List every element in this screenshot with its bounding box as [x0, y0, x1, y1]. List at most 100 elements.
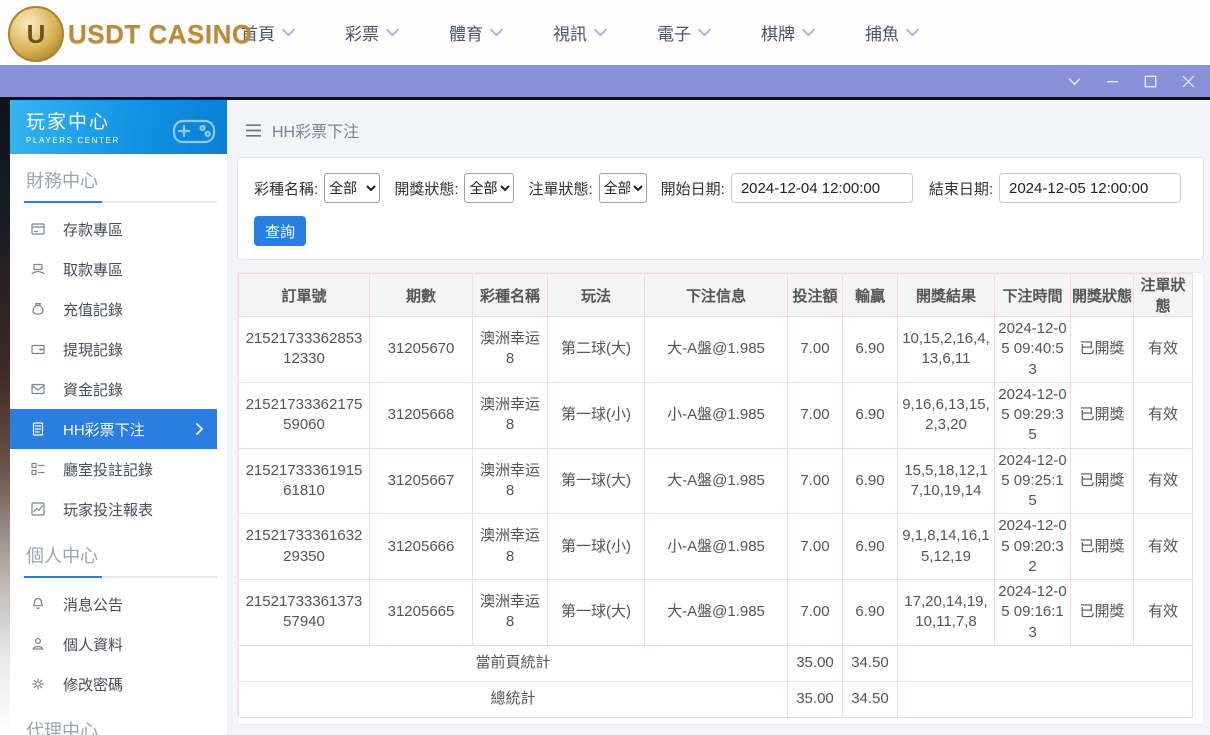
document-icon	[30, 421, 46, 437]
sidebar-item-announcements[interactable]: 消息公告	[10, 584, 227, 624]
sidebar-item-label: 廳室投註記錄	[63, 461, 154, 479]
summary-empty-cell	[897, 644, 1193, 682]
sidebar-header: 玩家中心 PLAYERS CENTER	[10, 100, 227, 154]
hamburger-menu-icon[interactable]	[245, 123, 262, 138]
nav-item-slots[interactable]: 電子	[632, 20, 736, 45]
sidebar-item-recharge-records[interactable]: 充值記錄	[10, 289, 227, 329]
nav-item-lottery[interactable]: 彩票	[320, 20, 424, 45]
column-header: 輸贏	[842, 273, 898, 317]
chevron-down-icon	[594, 28, 607, 37]
table-cell: 31205666	[369, 513, 473, 580]
window-close-button[interactable]	[1180, 73, 1196, 89]
table-cell: 6.90	[842, 513, 898, 580]
nav-item-board-games[interactable]: 棋牌	[736, 20, 840, 45]
list-icon	[30, 461, 46, 477]
search-button[interactable]: 查詢	[254, 216, 306, 246]
table-cell: 2152173336137357940	[238, 579, 370, 646]
table-cell: 小-A盤@1.985	[644, 381, 788, 449]
sidebar: 玩家中心 PLAYERS CENTER 財務中心 存款專區 取款專區 充值記錄 提現記錄…	[10, 100, 227, 735]
site-logo[interactable]: U USDT CASINO	[8, 6, 253, 62]
table-cell: 第一球(大)	[547, 579, 645, 646]
summary-label: 總統計	[238, 680, 788, 718]
table-cell: 澳洲幸运8	[472, 381, 548, 449]
summary-row: 總統計 35.00 34.50	[238, 680, 1193, 718]
order-status-select[interactable]: 全部	[598, 173, 647, 203]
window-maximize-button[interactable]	[1142, 73, 1158, 89]
table-cell: 澳洲幸运8	[472, 316, 548, 383]
start-date-label: 開始日期:	[660, 180, 725, 198]
sidebar-section-title: 代理中心	[26, 721, 98, 735]
chevron-down-icon	[1068, 77, 1080, 85]
sidebar-item-label: 存款專區	[63, 221, 124, 239]
table-row: 2152173336217559060 31205668 澳洲幸运8 第一球(小) 小-…	[238, 381, 1193, 449]
table-cell: 6.90	[842, 381, 898, 449]
chevron-down-icon	[906, 28, 919, 37]
order-status-label: 注單狀態:	[528, 180, 593, 198]
sidebar-item-label: 修改密碼	[63, 676, 124, 694]
bell-icon	[30, 596, 46, 612]
top-nav-bar: U USDT CASINO 首頁 彩票 體育 視訊 電子 棋牌 捕魚	[0, 0, 1210, 65]
sidebar-item-room-bet-records[interactable]: 廳室投註記錄	[10, 449, 227, 489]
minimize-icon	[1106, 80, 1118, 82]
nav-item-video[interactable]: 視訊	[528, 20, 632, 45]
table-cell: 6.90	[842, 316, 898, 383]
column-header: 開獎結果	[897, 273, 995, 317]
sidebar-item-player-bet-report[interactable]: 玩家投注報表	[10, 489, 227, 529]
withdraw-icon	[30, 261, 46, 277]
sidebar-item-deposit[interactable]: 存款專區	[10, 209, 227, 249]
table-cell: 31205665	[369, 579, 473, 646]
window-minimize-button[interactable]	[1104, 73, 1120, 89]
sidebar-item-withdrawal-records[interactable]: 提現記錄	[10, 329, 227, 369]
lottery-name-select[interactable]: 全部	[324, 173, 381, 203]
sidebar-item-label: 提現記錄	[63, 341, 124, 359]
table-cell: 已開獎	[1070, 381, 1134, 449]
gear-icon	[30, 676, 46, 692]
table-cell: 有效	[1133, 381, 1193, 449]
nav-item-sports[interactable]: 體育	[424, 20, 528, 45]
sidebar-item-hh-lottery-bets[interactable]: HH彩票下注	[10, 409, 217, 449]
sidebar-item-withdraw[interactable]: 取款專區	[10, 249, 227, 289]
person-icon	[30, 636, 46, 652]
window-dropdown-button[interactable]	[1066, 73, 1082, 89]
draw-status-label: 開獎狀態:	[394, 180, 459, 198]
sidebar-item-label: 消息公告	[63, 596, 124, 614]
sidebar-item-funds-records[interactable]: 資金記錄	[10, 369, 227, 409]
section-underline	[24, 576, 217, 578]
summary-row: 當前頁統計 35.00 34.50	[238, 644, 1193, 682]
summary-bet-total: 35.00	[787, 680, 843, 718]
table-cell: 第一球(小)	[547, 381, 645, 449]
report-chart-icon	[30, 501, 46, 517]
table-cell: 已開獎	[1070, 316, 1134, 383]
start-date-input[interactable]	[730, 173, 913, 203]
table-cell: 31205670	[369, 316, 473, 383]
table-cell: 10,15,2,16,4,13,6,11	[897, 316, 995, 383]
table-cell: 澳洲幸运8	[472, 579, 548, 646]
gamepad-icon	[172, 119, 216, 144]
table-row: 2152173336137357940 31205665 澳洲幸运8 第一球(大) 大-…	[238, 579, 1193, 646]
table-cell: 有效	[1133, 316, 1193, 383]
column-header: 投注額	[787, 273, 843, 317]
chevron-down-icon	[282, 28, 295, 37]
chevron-down-icon	[802, 28, 815, 37]
nav-item-fishing[interactable]: 捕魚	[840, 20, 944, 45]
logo-text: USDT CASINO	[68, 18, 253, 49]
draw-status-select[interactable]: 全部	[464, 173, 515, 203]
table-cell: 澳洲幸运8	[472, 513, 548, 580]
table-cell: 第二球(大)	[547, 316, 645, 383]
close-icon	[1182, 75, 1194, 87]
sidebar-menu: 財務中心 存款專區 取款專區 充值記錄 提現記錄 資金記錄 HH彩票下注 廳室投註記錄 玩家投注…	[10, 154, 227, 735]
summary-winloss-total: 34.50	[842, 644, 898, 682]
table-cell: 2024-12-05 09:20:32	[994, 513, 1071, 580]
end-date-label: 結束日期:	[928, 180, 993, 198]
bets-table: 訂單號 期數 彩種名稱 玩法 下注信息 投注額 輸贏 開獎結果 下注時間 開獎狀態 注單狀態 215…	[238, 273, 1193, 718]
table-cell: 澳洲幸运8	[472, 447, 548, 515]
sidebar-item-profile[interactable]: 個人資料	[10, 624, 227, 664]
page-title: HH彩票下注	[272, 124, 360, 141]
table-cell: 31205668	[369, 381, 473, 449]
column-header: 彩種名稱	[472, 273, 548, 317]
sidebar-item-change-password[interactable]: 修改密碼	[10, 664, 227, 704]
end-date-input[interactable]	[999, 173, 1181, 203]
table-cell: 大-A盤@1.985	[644, 579, 788, 646]
table-row: 2152173336163229350 31205666 澳洲幸运8 第一球(小) 小-…	[238, 513, 1193, 580]
sidebar-item-label: 資金記錄	[63, 381, 124, 399]
